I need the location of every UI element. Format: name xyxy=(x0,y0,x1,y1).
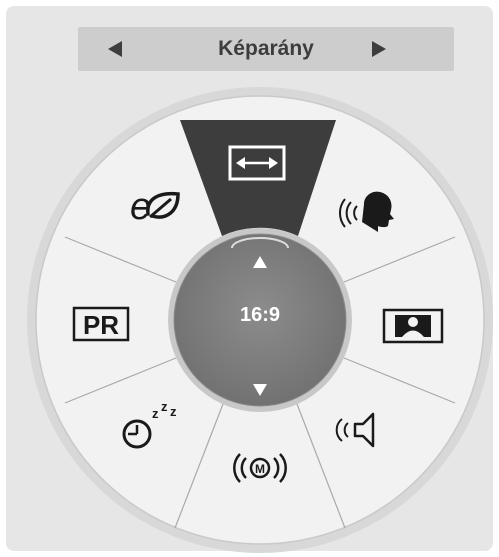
quick-menu-dial: e PR z z z M xyxy=(27,87,493,553)
svg-text:z: z xyxy=(161,399,168,414)
svg-text:PR: PR xyxy=(83,310,119,340)
svg-text:z: z xyxy=(170,404,177,419)
svg-text:M: M xyxy=(255,462,265,476)
svg-text:z: z xyxy=(152,406,159,421)
current-value: 16:9 xyxy=(239,304,281,326)
